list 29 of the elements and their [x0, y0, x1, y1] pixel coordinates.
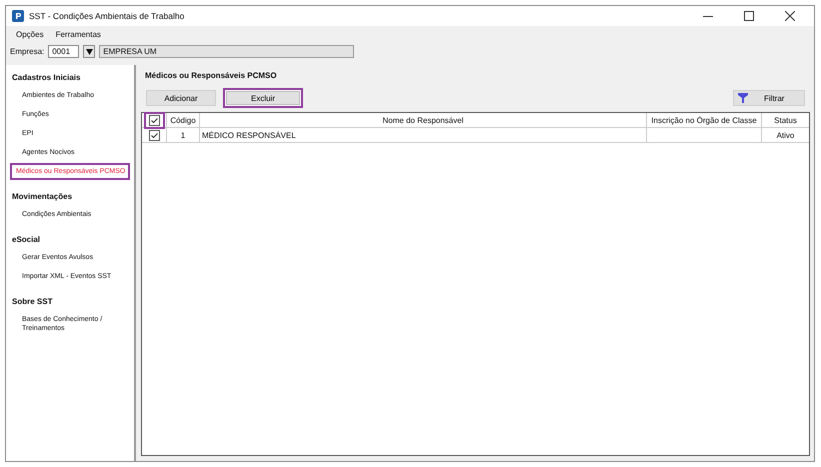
table-cell: MÉDICO RESPONSÁVEL: [200, 128, 647, 142]
empresa-label: Empresa:: [10, 47, 44, 56]
sidebar-heading: Movimentações: [11, 192, 74, 201]
empresa-name-field: EMPRESA UM: [99, 45, 354, 58]
maximize-icon[interactable]: [744, 11, 754, 21]
table-cell: 1: [167, 128, 200, 142]
close-icon[interactable]: [785, 11, 795, 21]
toolbar-button[interactable]: Excluir: [223, 88, 303, 108]
column-header[interactable]: Status: [762, 113, 809, 127]
dropdown-button[interactable]: [83, 45, 96, 58]
panel-title: Médicos ou Responsáveis PCMSO: [144, 71, 278, 82]
menu-item[interactable]: Opções: [16, 30, 44, 38]
table-cell-text: Ativo: [776, 130, 796, 142]
app-logo-icon: [12, 10, 24, 22]
filter-button[interactable]: Filtrar: [733, 90, 805, 106]
empresa-code-field[interactable]: 0001: [48, 45, 80, 58]
filter-icon: [738, 93, 748, 103]
caret-icon: [86, 48, 93, 54]
column-header[interactable]: Inscrição no Órgão de Classe: [647, 113, 762, 127]
sidebar-heading: eSocial: [11, 235, 42, 244]
toolbar-button[interactable]: Adicionar: [146, 90, 216, 106]
window-title: SST - Condições Ambientais de Trabalho: [29, 11, 184, 21]
sidebar-heading: Sobre SST: [11, 297, 54, 306]
sidebar-heading: Cadastros Iniciais: [11, 73, 82, 82]
select-all-checkbox[interactable]: [144, 112, 164, 128]
row-checkbox[interactable]: [148, 130, 160, 140]
column-header[interactable]: Código: [167, 113, 200, 127]
column-header[interactable]: Nome do Responsável: [200, 113, 647, 127]
menu-item[interactable]: Ferramentas: [56, 30, 101, 38]
